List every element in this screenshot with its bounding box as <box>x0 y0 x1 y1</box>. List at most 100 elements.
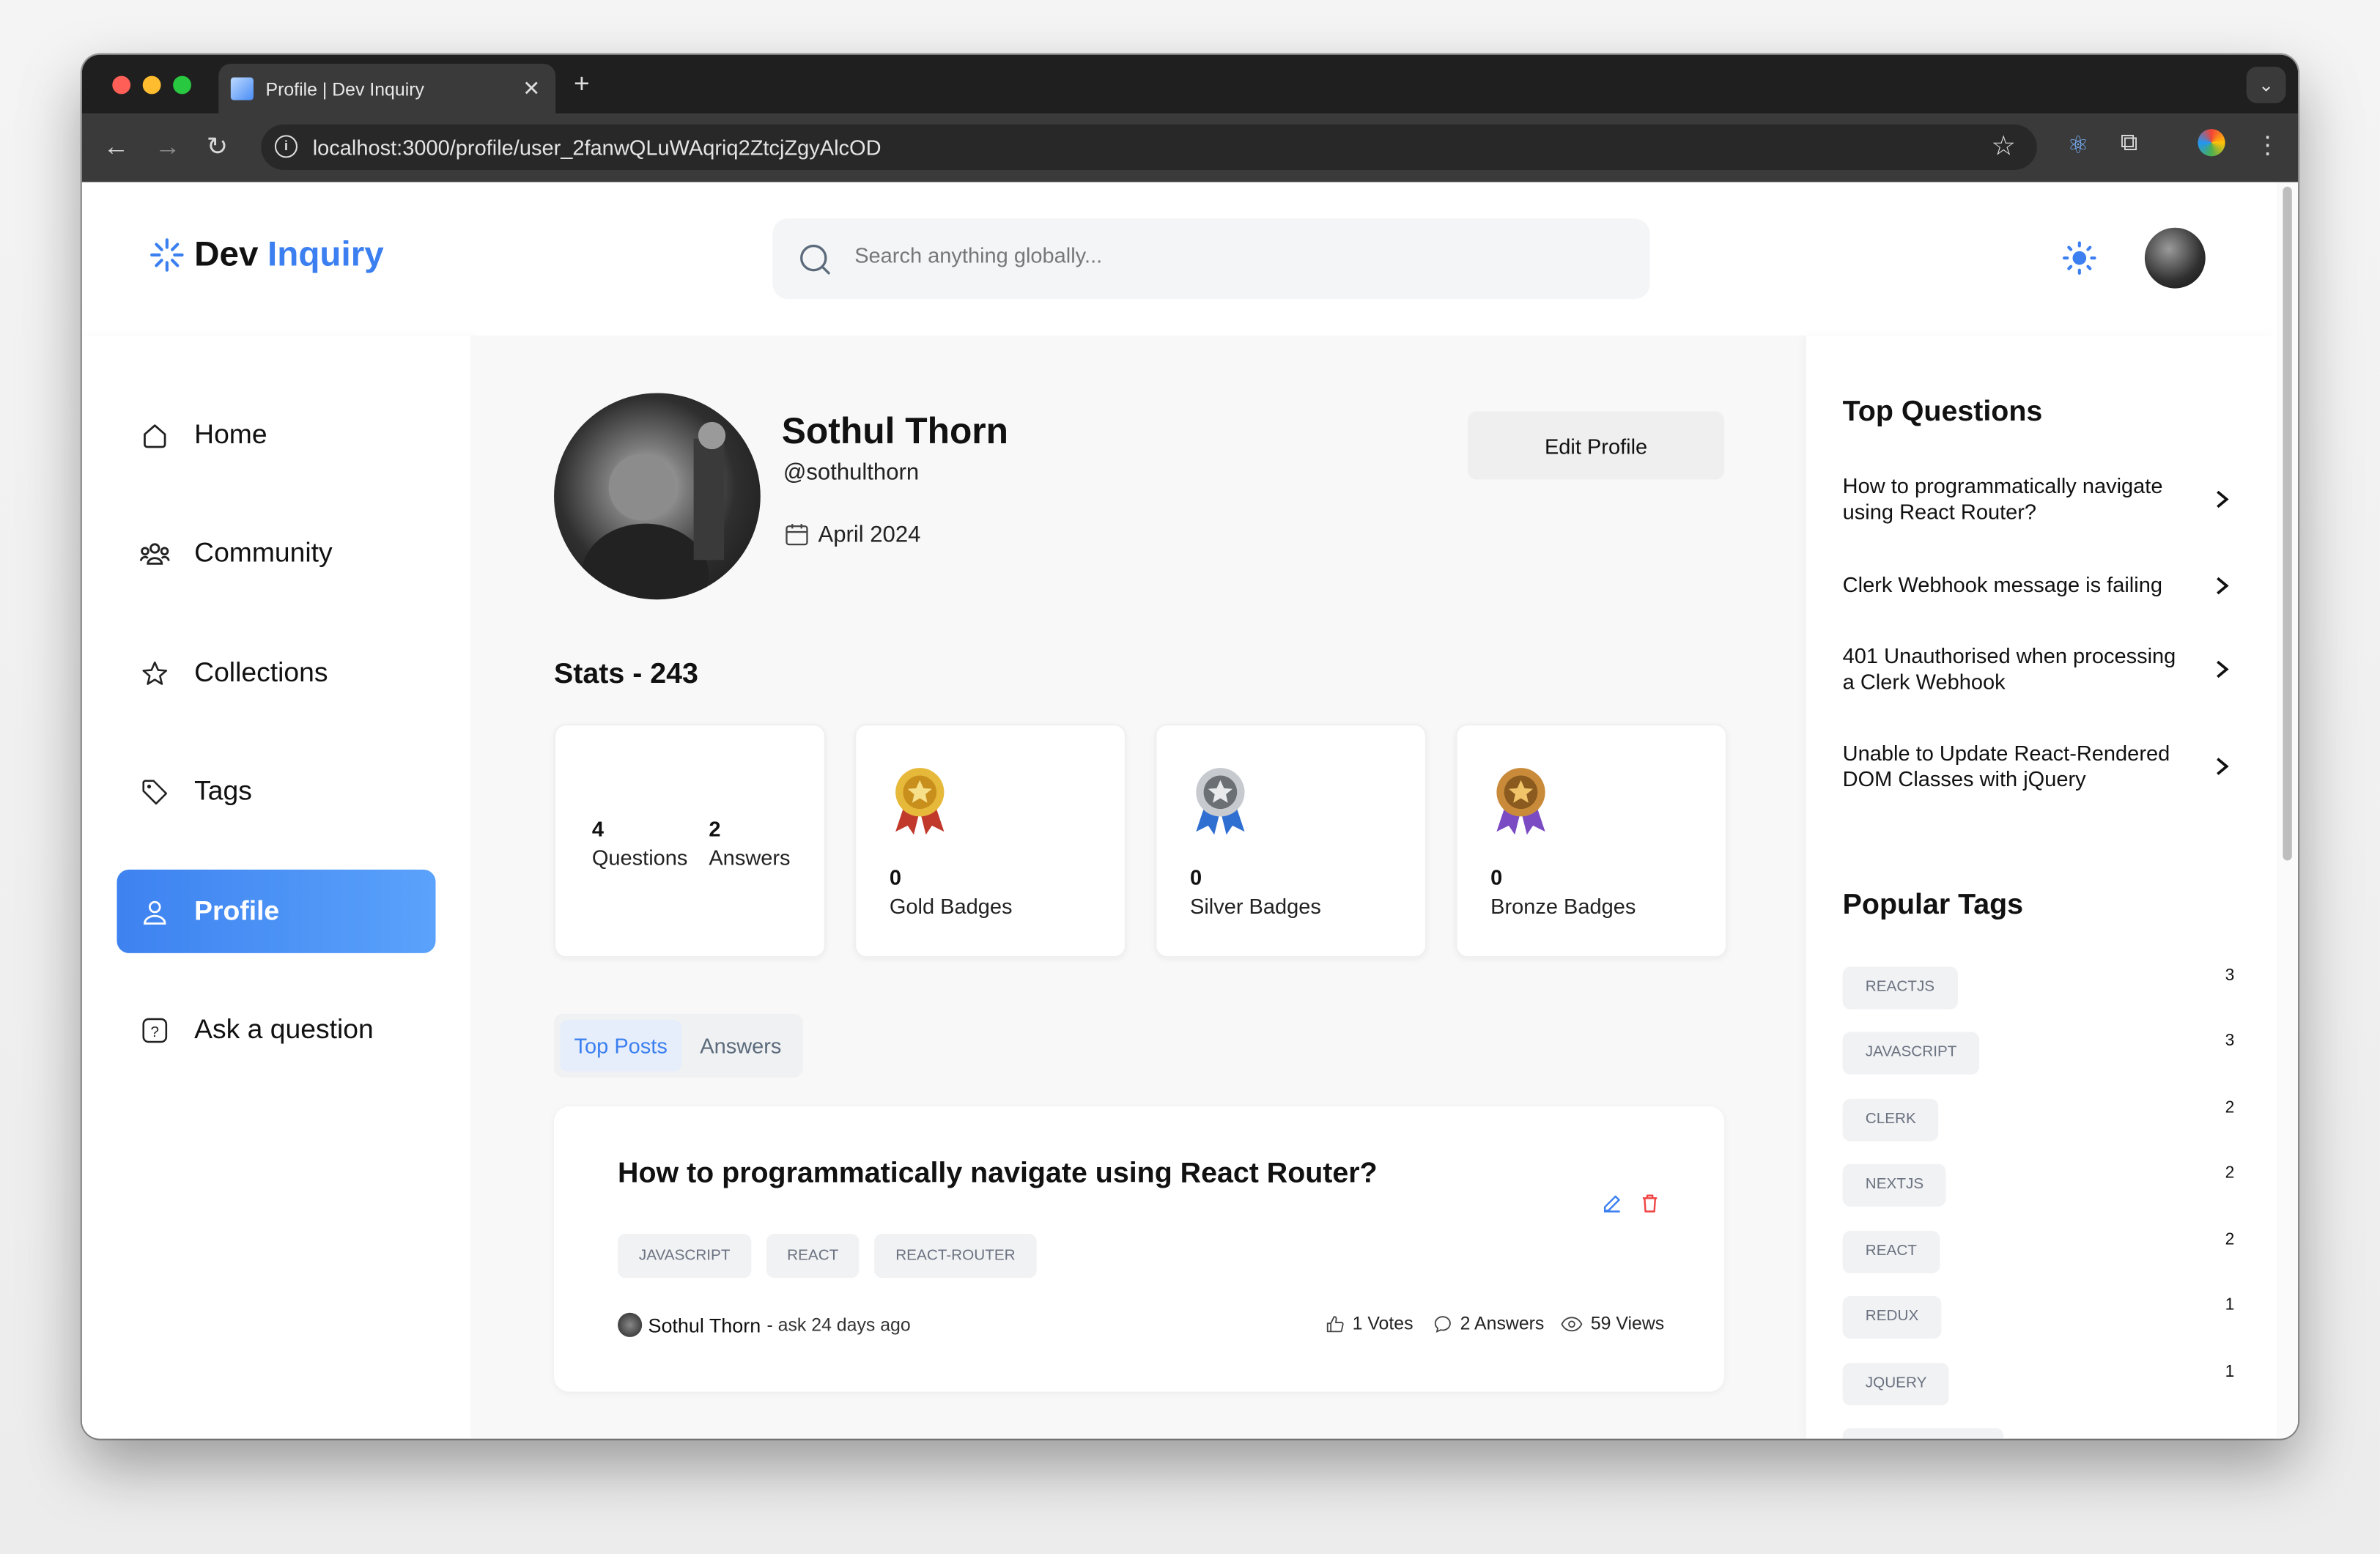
sun-theme-icon[interactable] <box>2061 240 2098 276</box>
questions-answers-card: 4 Questions 2 Answers <box>554 724 826 958</box>
users-icon <box>136 535 173 571</box>
extensions-icon[interactable]: ⧉ <box>2121 130 2138 158</box>
app-header: Dev Inquiry <box>81 182 2277 336</box>
chevron-right-icon <box>2217 758 2229 775</box>
chevron-right-icon <box>2217 490 2229 508</box>
edit-profile-button[interactable]: Edit Profile <box>1468 411 1725 480</box>
react-devtools-icon[interactable]: ⚛ <box>2067 130 2089 160</box>
sidebar-item-tags[interactable]: Tags <box>117 750 435 833</box>
bookmark-star-icon[interactable]: ☆ <box>1991 130 2015 162</box>
popular-tag-chip[interactable]: JAVASCRIPT <box>1842 1032 1980 1075</box>
question-author[interactable]: Sothul Thorn - ask 24 days ago <box>618 1312 911 1337</box>
page-scrollbar[interactable] <box>2277 182 2299 1439</box>
search-icon <box>800 244 830 275</box>
user-avatar[interactable] <box>2144 227 2206 289</box>
favicon-icon <box>230 77 254 100</box>
top-question-text: Unable to Update React-Rendered DOM Clas… <box>1842 740 2170 791</box>
url-text: localhost:3000/profile/user_2fanwQLuWAqr… <box>312 135 882 160</box>
search-input[interactable] <box>851 241 1586 269</box>
thumbs-up-icon <box>1326 1315 1344 1332</box>
site-info-icon[interactable]: i <box>274 135 298 158</box>
gold-badges-count: 0 <box>889 865 901 889</box>
popular-tag-count: 3 <box>2225 966 2235 985</box>
browser-menu-icon[interactable]: ⋮ <box>2255 130 2280 160</box>
popular-tag-chip[interactable]: REACTJS <box>1842 966 1958 1010</box>
app-logo[interactable]: Dev Inquiry <box>149 234 384 275</box>
sidebar-item-collections[interactable]: Collections <box>117 632 435 715</box>
popular-tag-chip[interactable]: CLERK <box>1842 1098 1939 1142</box>
top-question-item[interactable]: Clerk Webhook message is failing <box>1843 572 2252 598</box>
popular-tag-chip[interactable]: REACT <box>1842 1230 1940 1273</box>
questions-label: Questions <box>591 845 688 870</box>
tag-chip[interactable]: JAVASCRIPT <box>618 1234 752 1279</box>
minimize-window-button[interactable] <box>142 75 161 95</box>
sidebar-item-label: Collections <box>194 656 328 688</box>
browser-tabstrip: Profile | Dev Inquiry ✕ + ⌄ <box>81 54 2299 114</box>
calendar-icon <box>786 524 808 546</box>
author-name: Sothul Thorn <box>648 1313 761 1336</box>
top-question-item[interactable]: 401 Unauthorised when processing a Clerk… <box>1843 643 2252 695</box>
profile-avatar <box>554 393 761 600</box>
bronze-badges-label: Bronze Badges <box>1490 894 1636 919</box>
new-tab-icon[interactable]: + <box>574 68 590 100</box>
popular-tag-count: 2 <box>2225 1163 2235 1183</box>
popular-tag-chip-partial[interactable] <box>1842 1428 2004 1439</box>
sidebar-item-label: Profile <box>194 895 280 926</box>
svg-text:?: ? <box>151 1023 160 1040</box>
popular-tag-chip[interactable]: NEXTJS <box>1842 1163 1947 1207</box>
sidebar-item-home[interactable]: Home <box>117 393 435 476</box>
sidebar-item-profile[interactable]: Profile <box>117 869 436 953</box>
tag-chip[interactable]: REACT <box>766 1234 860 1279</box>
top-question-item[interactable]: How to programmatically navigate using R… <box>1843 473 2252 525</box>
right-sidebar: Top Questions How to programmatically na… <box>1806 335 2277 1439</box>
maximize-window-button[interactable] <box>173 75 191 95</box>
profile-photo-icon <box>581 421 726 600</box>
sidebar-item-label: Ask a question <box>194 1013 374 1045</box>
silver-medal-icon <box>1196 768 1245 835</box>
popular-tag-chip[interactable]: JQUERY <box>1842 1363 1950 1406</box>
top-question-item[interactable]: Unable to Update React-Rendered DOM Clas… <box>1843 741 2252 792</box>
address-bar[interactable]: i localhost:3000/profile/user_2fanwQLuWA… <box>261 124 2037 170</box>
answers-label: Answers <box>709 845 791 870</box>
question-card[interactable]: How to programmatically navigate using R… <box>554 1106 1725 1392</box>
tab-top-posts[interactable]: Top Posts <box>560 1019 682 1072</box>
votes-text: 1 Votes <box>1352 1312 1413 1334</box>
bronze-badges-card: 0 Bronze Badges <box>1455 724 1728 958</box>
views-stat: 59 Views <box>1560 1313 1664 1334</box>
popular-tag-count: 3 <box>2225 1032 2235 1051</box>
popular-tag-count: 1 <box>2225 1363 2235 1381</box>
edit-icon[interactable] <box>1601 1193 1622 1214</box>
votes-stat: 1 Votes <box>1325 1313 1413 1334</box>
question-title[interactable]: How to programmatically navigate using R… <box>618 1158 1378 1191</box>
chevron-right-icon <box>2217 576 2229 594</box>
trash-icon[interactable] <box>1639 1193 1660 1214</box>
sidebar-item-community[interactable]: Community <box>117 511 435 595</box>
tab-close-icon[interactable]: ✕ <box>522 76 540 102</box>
gold-badges-stat: 0 Gold Badges <box>890 865 1013 918</box>
sidebar-item-ask-question[interactable]: ? Ask a question <box>117 988 435 1071</box>
browser-profile-avatar[interactable] <box>2198 129 2225 157</box>
close-window-button[interactable] <box>112 75 131 95</box>
top-question-text: 401 Unauthorised when processing a Clerk… <box>1842 643 2176 694</box>
joined-date-text: April 2024 <box>818 521 921 547</box>
back-arrow-icon[interactable]: ← <box>103 132 129 162</box>
silver-badges-stat: 0 Silver Badges <box>1190 865 1321 918</box>
window-controls <box>112 75 191 95</box>
popular-tag-chip[interactable]: REDUX <box>1842 1295 1942 1339</box>
eye-icon <box>1561 1316 1583 1331</box>
questions-stat: 4 Questions <box>592 816 688 869</box>
reload-icon[interactable]: ↻ <box>207 132 229 162</box>
browser-tab[interactable]: Profile | Dev Inquiry ✕ <box>218 63 556 114</box>
scrollbar-thumb[interactable] <box>2283 186 2292 861</box>
answers-stat: 2 Answers <box>709 816 790 869</box>
top-question-text: Clerk Webhook message is failing <box>1842 571 2162 597</box>
left-sidebar: Home Community Collections Tags Profile … <box>81 335 471 1439</box>
forward-arrow-icon[interactable]: → <box>155 132 180 162</box>
home-icon <box>136 417 173 454</box>
tag-chip[interactable]: REACT-ROUTER <box>874 1234 1037 1279</box>
global-search[interactable] <box>772 218 1650 300</box>
tab-answers[interactable]: Answers <box>684 1020 797 1071</box>
stats-title: Stats - 243 <box>554 658 698 691</box>
chevron-right-icon <box>2217 660 2229 678</box>
tab-search-icon[interactable]: ⌄ <box>2246 67 2286 103</box>
